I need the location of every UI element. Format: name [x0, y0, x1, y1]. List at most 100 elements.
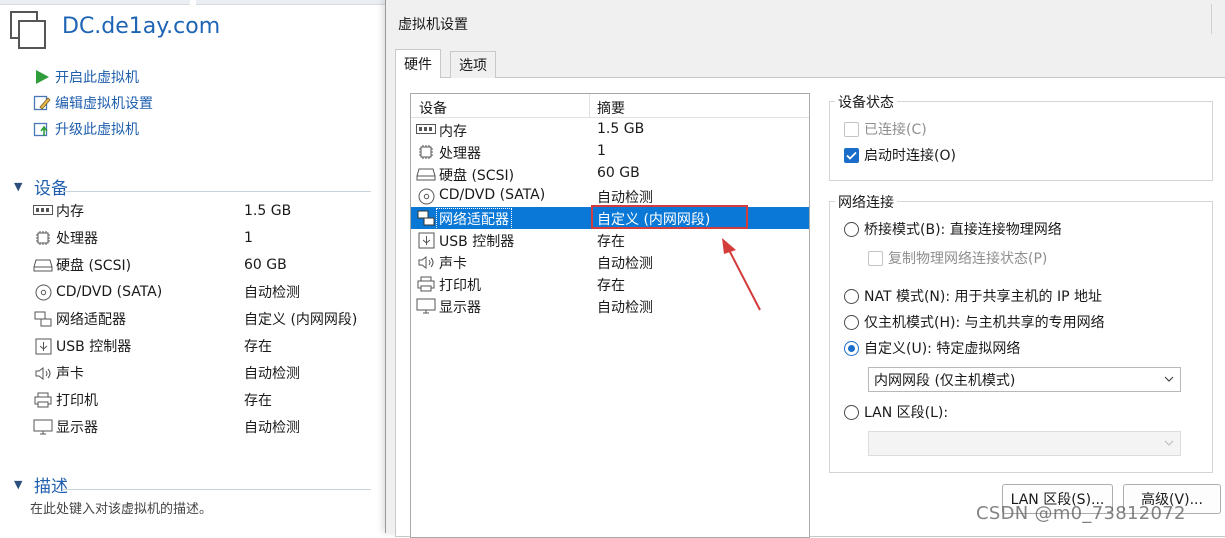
column-separator[interactable]: [589, 94, 590, 118]
power-on-label[interactable]: 开启此虚拟机: [55, 67, 139, 87]
list-device-name: USB 控制器: [439, 234, 515, 250]
edit-settings-label[interactable]: 编辑虚拟机设置: [55, 93, 153, 113]
upgrade-action[interactable]: 升级此虚拟机: [32, 119, 139, 139]
play-icon: [32, 67, 52, 87]
collapse-triangle-icon[interactable]: ▼: [14, 180, 32, 193]
section-divider: [62, 489, 371, 490]
device-value: 自动检测: [244, 420, 300, 436]
list-device-summary: 存在: [597, 278, 625, 294]
radio-button[interactable]: [844, 221, 859, 237]
lan-segment-select[interactable]: [868, 431, 1181, 456]
edit-settings-action[interactable]: 编辑虚拟机设置: [32, 93, 153, 113]
list-row-harddisk[interactable]: 硬盘 (SCSI) 60 GB: [411, 163, 809, 185]
checkbox-label: 启动时连接(O): [864, 148, 956, 164]
list-row-processor[interactable]: 处理器 1: [411, 141, 809, 163]
description-section-header[interactable]: ▼ 描述: [14, 472, 68, 497]
upgrade-icon: [32, 119, 52, 139]
device-value: 存在: [244, 393, 272, 409]
connect-at-power-on-checkbox[interactable]: 启动时连接(O): [844, 145, 956, 165]
connected-checkbox[interactable]: 已连接(C): [844, 119, 927, 139]
highlight-box: [591, 205, 748, 229]
custom-network-select[interactable]: 内网网段 (仅主机模式): [868, 367, 1181, 392]
device-row-cd-dvd[interactable]: CD/DVD (SATA) 自动检测: [32, 281, 382, 303]
tab-hardware[interactable]: 硬件: [395, 49, 441, 78]
devices-section-header[interactable]: ▼ 设备: [14, 174, 68, 199]
list-device-summary: 1: [597, 143, 606, 159]
lan-segment-radio[interactable]: LAN 区段(L):: [844, 402, 948, 422]
replicate-state-checkbox[interactable]: 复制物理网络连接状态(P): [868, 248, 1047, 268]
checkbox-box[interactable]: [868, 250, 883, 266]
tab-strip-right: [196, 0, 385, 5]
radio-button[interactable]: [844, 340, 859, 356]
column-header-device[interactable]: 设备: [419, 98, 447, 118]
device-row-harddisk[interactable]: 硬盘 (SCSI) 60 GB: [32, 254, 382, 276]
radio-label: LAN 区段(L):: [864, 405, 949, 421]
tab-strip-left: [0, 0, 190, 5]
chevron-down-icon: [1164, 376, 1174, 382]
devices-section-title: 设备: [34, 179, 68, 199]
device-name: 内存: [56, 204, 84, 220]
device-row-processor[interactable]: 处理器 1: [32, 227, 382, 249]
radio-label: 仅主机模式(H): 与主机共享的专用网络: [864, 315, 1105, 331]
list-row-memory[interactable]: 内存 1.5 GB: [411, 119, 809, 141]
power-on-action[interactable]: 开启此虚拟机: [32, 67, 139, 87]
checkbox-label: 已连接(C): [864, 122, 927, 138]
radio-button[interactable]: [844, 314, 859, 330]
device-name: 打印机: [56, 393, 98, 409]
memory-icon: [32, 202, 54, 220]
device-row-display[interactable]: 显示器 自动检测: [32, 416, 382, 438]
checkbox-box[interactable]: [844, 147, 859, 163]
device-name: 声卡: [56, 366, 84, 382]
host-only-radio[interactable]: 仅主机模式(H): 与主机共享的专用网络: [844, 312, 1105, 332]
device-row-usb[interactable]: USB 控制器 存在: [32, 335, 382, 357]
device-name: 显示器: [56, 420, 98, 436]
radio-button[interactable]: [844, 288, 859, 304]
device-row-memory[interactable]: 内存 1.5 GB: [32, 200, 382, 222]
watermark-text: CSDN @m0_73812072: [976, 503, 1186, 524]
display-icon: [416, 297, 436, 315]
column-header-summary[interactable]: 摘要: [597, 98, 625, 118]
list-device-name: CD/DVD (SATA): [439, 187, 546, 203]
device-status-group: [829, 101, 1213, 181]
printer-icon: [32, 391, 54, 409]
custom-radio[interactable]: 自定义(U): 特定虚拟网络: [844, 338, 1020, 358]
device-value: 自动检测: [244, 285, 300, 301]
vm-title: DC.de1ay.com: [62, 14, 221, 39]
tab-options[interactable]: 选项: [450, 51, 496, 78]
device-name: 网络适配器: [56, 312, 126, 328]
radio-button[interactable]: [844, 404, 859, 420]
vm-summary-panel: DC.de1ay.com 开启此虚拟机 编辑虚拟机设置 升级此虚拟机 ▼ 设备 …: [0, 0, 385, 533]
tab-label: 选项: [459, 58, 487, 74]
hardware-device-list[interactable]: 设备 摘要 内存 1.5 GB 处理器 1 硬盘 (SCSI) 60 GB CD…: [410, 93, 810, 538]
radio-label: 自定义(U): 特定虚拟网络: [864, 341, 1021, 357]
checkbox-box[interactable]: [844, 121, 859, 137]
close-button[interactable]: [1211, 4, 1225, 34]
collapse-triangle-icon[interactable]: ▼: [14, 478, 32, 491]
upgrade-label[interactable]: 升级此虚拟机: [55, 119, 139, 139]
list-device-name: 处理器: [439, 146, 481, 162]
device-name: USB 控制器: [56, 339, 132, 355]
list-row-cd-dvd[interactable]: CD/DVD (SATA) 自动检测: [411, 185, 809, 207]
bridged-radio[interactable]: 桥接模式(B): 直接连接物理网络: [844, 219, 1062, 239]
description-section-title: 描述: [34, 477, 68, 497]
harddisk-icon: [32, 256, 54, 274]
list-device-summary: 自动检测: [597, 256, 653, 272]
device-row-printer[interactable]: 打印机 存在: [32, 389, 382, 411]
list-device-name: 打印机: [439, 278, 481, 294]
nat-radio[interactable]: NAT 模式(N): 用于共享主机的 IP 地址: [844, 286, 1102, 306]
device-name: 硬盘 (SCSI): [56, 258, 132, 274]
harddisk-icon: [416, 165, 436, 183]
description-input[interactable]: 在此处键入对该虚拟机的描述。: [30, 498, 212, 517]
list-device-summary: 自动检测: [597, 190, 653, 206]
device-name: CD/DVD (SATA): [56, 284, 163, 300]
sound-card-icon: [32, 364, 54, 382]
tab-label: 硬件: [404, 57, 432, 73]
device-row-network-adapter[interactable]: 网络适配器 自定义 (内网网段): [32, 308, 382, 330]
device-value: 自动检测: [244, 366, 300, 382]
usb-icon: [32, 337, 54, 355]
device-row-sound-card[interactable]: 声卡 自动检测: [32, 362, 382, 384]
list-device-name: 硬盘 (SCSI): [439, 168, 515, 184]
list-device-name: 网络适配器: [436, 208, 512, 230]
processor-icon: [32, 229, 54, 247]
list-device-name: 显示器: [439, 300, 481, 316]
